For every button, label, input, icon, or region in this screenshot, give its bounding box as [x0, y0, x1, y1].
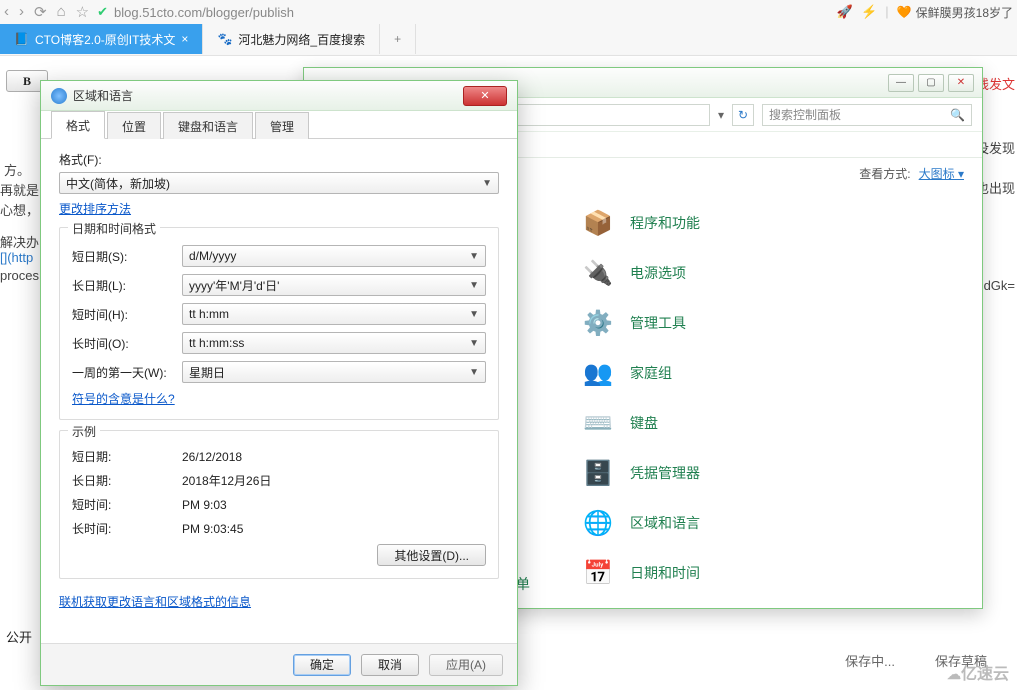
fav-icon: 🧡 — [897, 5, 912, 19]
dialog-body: 格式(F): 中文(简体，新加坡) ▼ 更改排序方法 日期和时间格式 短日期(S… — [41, 139, 517, 643]
long-date-combobox[interactable]: yyyy'年'M'月'd'日' ▼ — [182, 274, 486, 296]
dialog-footer: 确定 取消 应用(A) — [41, 643, 517, 685]
region-language-dialog: 区域和语言 ✕ 格式 位置 键盘和语言 管理 格式(F): 中文(简体，新加坡)… — [40, 80, 518, 686]
dialog-titlebar: 区域和语言 ✕ — [41, 81, 517, 111]
tab-favicon: 🐾 — [217, 32, 232, 46]
apply-button[interactable]: 应用(A) — [429, 654, 503, 676]
search-input[interactable]: 搜索控制面板 🔍 — [762, 104, 972, 126]
tab-format[interactable]: 格式 — [51, 111, 105, 139]
rocket-icon[interactable]: 🚀 — [837, 4, 853, 21]
globe-icon — [51, 88, 67, 104]
browser-tab-active[interactable]: 📘 CTO博客2.0-原创IT技术文 × — [0, 24, 203, 54]
cancel-button[interactable]: 取消 — [361, 654, 419, 676]
dialog-title: 区域和语言 — [73, 87, 133, 104]
back-icon[interactable]: ‹ — [4, 3, 9, 21]
gear-icon: ⚙️ — [580, 305, 616, 341]
ok-button[interactable]: 确定 — [293, 654, 351, 676]
calendar-icon: 📅 — [580, 555, 616, 591]
cp-item-admin-tools[interactable]: ⚙️ 管理工具 — [580, 298, 966, 348]
chevron-down-icon: ▼ — [469, 309, 479, 320]
favorite-item[interactable]: 🧡 保鲜膜男孩18岁了 — [897, 4, 1013, 21]
example-long-time: PM 9:03:45 — [182, 522, 243, 536]
url-bar[interactable]: ✔ blog.51cto.com/blogger/publish — [97, 4, 829, 20]
programs-icon: 📦 — [580, 205, 616, 241]
first-day-combobox[interactable]: 星期日 ▼ — [182, 361, 486, 383]
cp-item-programs[interactable]: 📦 程序和功能 — [580, 198, 966, 248]
symbol-meaning-link[interactable]: 符号的含意是什么? — [72, 392, 175, 406]
tab-location[interactable]: 位置 — [107, 112, 161, 139]
bg-text: proces — [0, 268, 39, 283]
example-short-time: PM 9:03 — [182, 498, 227, 512]
close-button[interactable]: ✕ — [948, 74, 974, 92]
cp-item-keyboard[interactable]: ⌨️ 键盘 — [580, 398, 966, 448]
nav-icons: ‹ › ⟳ ⌂ ☆ — [4, 3, 89, 21]
short-date-combobox[interactable]: d/M/yyyy ▼ — [182, 245, 486, 267]
bg-text: 单 — [516, 574, 530, 594]
search-icon: 🔍 — [950, 108, 965, 122]
bg-text: 心想， — [0, 200, 39, 219]
bg-text: 再就是 — [0, 180, 39, 199]
url-text: blog.51cto.com/blogger/publish — [114, 5, 294, 20]
bg-text: 解决办 — [0, 232, 39, 251]
lock-icon: ✔ — [97, 4, 108, 20]
tab-close-icon[interactable]: × — [181, 32, 188, 46]
browser-chrome: ‹ › ⟳ ⌂ ☆ ✔ blog.51cto.com/blogger/publi… — [0, 0, 1017, 56]
reload-icon[interactable]: ⟳ — [34, 3, 47, 21]
minimize-button[interactable]: — — [888, 74, 914, 92]
dialog-tabs: 格式 位置 键盘和语言 管理 — [41, 111, 517, 139]
other-settings-button[interactable]: 其他设置(D)... — [377, 544, 486, 566]
browser-tab[interactable]: 🐾 河北魅力网络_百度搜索 — [203, 24, 380, 54]
format-label: 格式(F): — [59, 151, 499, 168]
brand-watermark: ☁亿速云 — [947, 660, 1009, 684]
change-sort-link[interactable]: 更改排序方法 — [59, 202, 131, 216]
homegroup-icon: 👥 — [580, 355, 616, 391]
bg-text: [](http — [0, 250, 33, 265]
bg-text: 方。 — [4, 160, 30, 179]
maximize-button[interactable]: ▢ — [918, 74, 944, 92]
example-group: 示例 短日期: 26/12/2018 长日期: 2018年12月26日 短时间:… — [59, 430, 499, 579]
home-icon[interactable]: ⌂ — [57, 3, 66, 21]
bg-text: dGk= — [984, 278, 1015, 293]
example-short-date: 26/12/2018 — [182, 450, 242, 464]
chevron-down-icon: ▼ — [469, 280, 479, 291]
star-icon[interactable]: ☆ — [76, 3, 89, 21]
cp-item-power[interactable]: 🔌 电源选项 — [580, 248, 966, 298]
forward-icon[interactable]: › — [19, 3, 24, 21]
visibility-label: 公开 — [6, 627, 32, 646]
chevron-down-icon: ▼ — [469, 367, 479, 378]
tab-admin[interactable]: 管理 — [255, 112, 309, 139]
tab-add-button[interactable]: + — [380, 24, 416, 54]
keyboard-icon: ⌨️ — [580, 405, 616, 441]
cp-item-homegroup[interactable]: 👥 家庭组 — [580, 348, 966, 398]
tab-strip: 📘 CTO博客2.0-原创IT技术文 × 🐾 河北魅力网络_百度搜索 + — [0, 24, 1017, 54]
refresh-icon[interactable]: ↻ — [732, 104, 754, 126]
tab-keyboard-language[interactable]: 键盘和语言 — [163, 112, 253, 139]
online-info-link[interactable]: 联机获取更改语言和区域格式的信息 — [59, 595, 251, 609]
example-long-date: 2018年12月26日 — [182, 472, 271, 489]
cp-item-datetime[interactable]: 📅 日期和时间 — [580, 548, 966, 598]
power-icon: 🔌 — [580, 255, 616, 291]
short-time-combobox[interactable]: tt h:mm ▼ — [182, 303, 486, 325]
globe-clock-icon: 🌐 — [580, 505, 616, 541]
datetime-format-group: 日期和时间格式 短日期(S): d/M/yyyy ▼ 长日期(L): yyyy'… — [59, 227, 499, 420]
chevron-down-icon: ▼ — [469, 251, 479, 262]
long-time-combobox[interactable]: tt h:mm:ss ▼ — [182, 332, 486, 354]
chevron-down-icon: ▼ — [469, 338, 479, 349]
cp-item-region-language[interactable]: 🌐 区域和语言 — [580, 498, 966, 548]
format-combobox[interactable]: 中文(简体，新加坡) ▼ — [59, 172, 499, 194]
lightning-icon[interactable]: ⚡ — [861, 4, 877, 21]
tab-favicon: 📘 — [14, 32, 29, 46]
close-button[interactable]: ✕ — [463, 86, 507, 106]
saving-text: 保存中... — [845, 651, 895, 670]
view-mode-dropdown[interactable]: 大图标 ▾ — [919, 165, 964, 182]
safe-icon: 🗄️ — [580, 455, 616, 491]
chevron-down-icon: ▼ — [482, 178, 492, 189]
cp-item-credentials[interactable]: 🗄️ 凭据管理器 — [580, 448, 966, 498]
